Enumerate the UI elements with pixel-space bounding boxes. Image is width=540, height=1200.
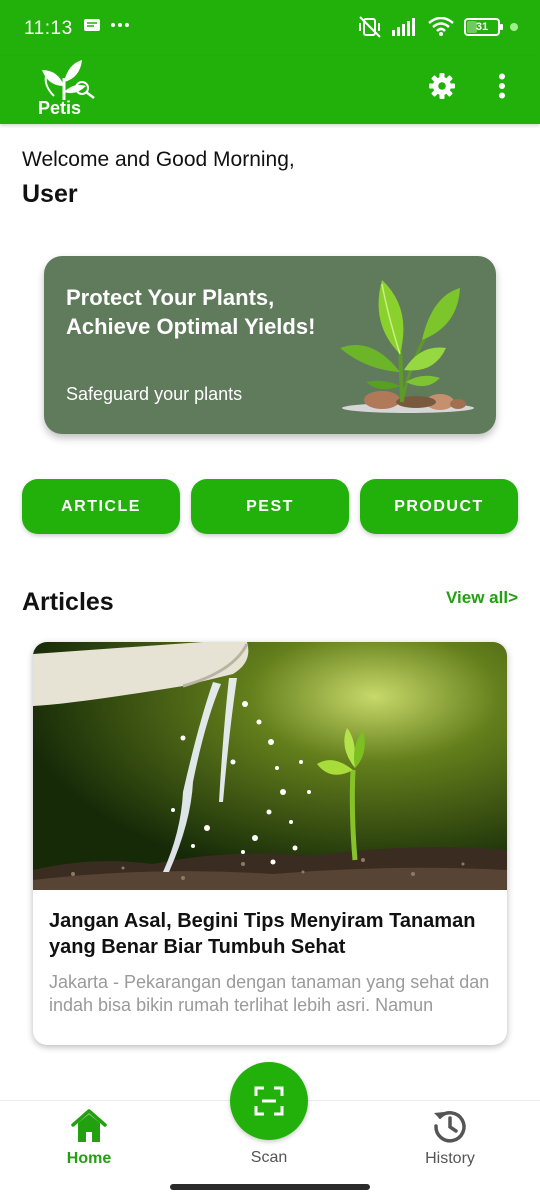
status-bar: 11:13 31 [0, 0, 540, 56]
nav-history-label: History [425, 1150, 475, 1167]
nav-scan-label[interactable]: Scan [229, 1149, 309, 1167]
article-title: Jangan Asal, Begini Tips Menyiram Tanama… [49, 910, 476, 958]
banner-subtitle: Safeguard your plants [66, 384, 243, 404]
articles-section-title: Articles [22, 588, 114, 616]
promo-banner[interactable]: Protect Your Plants, Achieve Optimal Yie… [44, 256, 496, 434]
overflow-menu-button[interactable] [486, 70, 518, 102]
category-product-button[interactable]: PRODUCT [360, 479, 518, 534]
nav-history[interactable]: History [390, 1108, 510, 1168]
scan-icon [254, 1086, 284, 1116]
message-icon [84, 19, 100, 31]
signal-icon [392, 18, 415, 36]
category-article-button[interactable]: ARTICLE [22, 479, 180, 534]
nav-home-label: Home [66, 1150, 112, 1167]
app-bar: Petis [0, 56, 540, 124]
settings-gear-icon [429, 73, 455, 99]
scan-button[interactable] [230, 1062, 308, 1140]
banner-title: Protect Your Plants, Achieve Optimal Yie… [66, 285, 316, 339]
settings-button[interactable] [426, 70, 458, 102]
article-card[interactable]: Jangan Asal, Begini Tips Menyiram Tanama… [33, 642, 507, 1045]
view-all-link[interactable]: View all> [446, 588, 518, 608]
article-image [33, 642, 507, 890]
greeting-text: Welcome and Good Morning, [22, 148, 295, 171]
logo-text: Petis [38, 98, 82, 118]
status-time: 11:13 [24, 18, 73, 39]
nav-home[interactable]: Home [29, 1108, 149, 1168]
system-home-indicator [170, 1184, 370, 1190]
more-dots-icon [111, 23, 129, 27]
battery-icon: 31 [464, 18, 503, 36]
history-icon [434, 1111, 466, 1143]
battery-level: 31 [475, 21, 489, 33]
vibrate-off-icon [359, 16, 381, 38]
article-excerpt: Jakarta - Pekarangan dengan tanaman yang… [49, 972, 490, 1015]
overflow-menu-icon [499, 73, 505, 99]
status-dot [510, 23, 518, 31]
category-pest-button[interactable]: PEST [191, 479, 349, 534]
wifi-icon [428, 17, 454, 36]
user-name: User [22, 180, 78, 208]
home-icon [71, 1109, 107, 1142]
plant-illustration [340, 280, 474, 413]
